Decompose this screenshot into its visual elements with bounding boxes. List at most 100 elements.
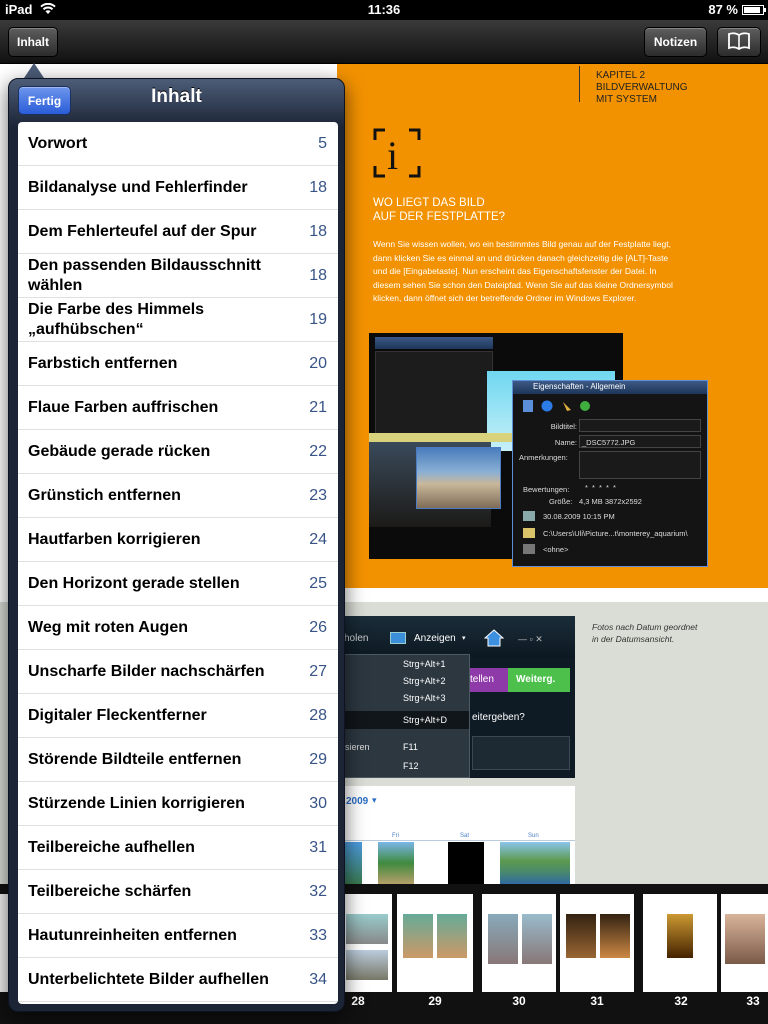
toc-item-title: Farbstich entfernen [28, 354, 178, 372]
dark-panel [472, 736, 570, 770]
calendar-divider [338, 840, 575, 841]
view-menu-arrow-icon: ▾ [462, 635, 466, 642]
toc-row[interactable]: Dem Fehlerteufel auf der Spur 18 [18, 210, 338, 254]
label-title: Bildtitel: [550, 422, 577, 431]
toc-item-page: 20 [309, 354, 327, 372]
toc-row[interactable]: Bildanalyse und Fehlerfinder 18 [18, 166, 338, 210]
page-num-32: 32 [674, 994, 688, 1008]
thumb-page-29[interactable] [397, 894, 473, 992]
figure-caption: Fotos nach Datum geordnet in der Datumsa… [592, 621, 697, 645]
toc-item-title: Weg mit roten Augen [28, 618, 188, 636]
toc-item-page: 31 [309, 838, 327, 856]
toc-row[interactable]: Gebäude gerade rücken 22 [18, 430, 338, 474]
chapter-divider [579, 66, 580, 102]
toc-row[interactable]: Teilbereiche schärfen 32 [18, 870, 338, 914]
toc-list[interactable]: Vorwort 5 Bildanalyse und Fehlerfinder 18 De… [18, 122, 338, 1004]
properties-dialog: Eigenschaften - Allgemein Bildtitel: Nam… [512, 380, 708, 567]
name-field: _DSC5772.JPG [579, 435, 701, 448]
toc-row[interactable]: Den passenden Bildausschnitt wählen 18 [18, 254, 338, 298]
beach-photo [416, 447, 501, 509]
toc-row[interactable]: Den Horizont gerade stellen 25 [18, 562, 338, 606]
contents-button[interactable]: Inhalt [8, 27, 58, 57]
toolbar: Inhalt Notizen [0, 20, 768, 64]
toc-item-title: Digitaler Fleckentferner [28, 706, 207, 724]
page-num-28: 28 [351, 994, 365, 1008]
clock: 11:36 [367, 2, 401, 17]
thumb-29-img1 [403, 914, 433, 958]
toc-item-page: 25 [309, 574, 327, 592]
thumb-page-28[interactable] [342, 894, 392, 992]
toc-item-page: 30 [309, 794, 327, 812]
toc-item-page: 5 [318, 134, 327, 152]
tip-heading-line1: WO LIEGT DAS BILD [373, 197, 485, 209]
date-value: 30.08.2009 10:15 PM [543, 512, 615, 521]
thumb-29-img2 [437, 914, 467, 958]
home-icon [483, 628, 505, 648]
library-button[interactable] [717, 27, 761, 57]
view-dropdown: Strg+Alt+1 Strg+Alt+2 Strg+Alt+3 Strg+Al… [338, 654, 470, 778]
popover-arrow [24, 63, 44, 78]
name-value: _DSC5772.JPG [582, 438, 636, 447]
thumb-page-33[interactable] [721, 894, 768, 992]
toc-row[interactable]: Farbstich entfernen 20 [18, 342, 338, 386]
thumb-page-32[interactable] [643, 894, 717, 992]
toc-row[interactable]: Teilbereiche aufhellen 31 [18, 826, 338, 870]
page-num-31: 31 [590, 994, 604, 1008]
thumb-30-img1 [488, 914, 518, 964]
thumb-page-31[interactable] [560, 894, 634, 992]
toc-row[interactable]: Unterbelichtete Bilder aufhellen 34 [18, 958, 338, 1002]
toc-item-title: Gebäude gerade rücken [28, 442, 211, 460]
toc-item-title: Bildanalyse und Fehlerfinder [28, 178, 248, 196]
info-letter: i [387, 133, 399, 178]
page-num-29: 29 [428, 994, 442, 1008]
shortcut-5: F11 [403, 742, 418, 752]
title-field [579, 419, 701, 432]
day-fri: Fri [392, 833, 399, 839]
notes-button[interactable]: Notizen [644, 27, 707, 57]
book-icon [727, 31, 751, 53]
notes-field [579, 451, 701, 479]
toc-item-title: Den passenden Bildausschnitt wählen [28, 256, 261, 294]
thumb-page-30[interactable] [482, 894, 556, 992]
toc-row[interactable]: Die Farbe des Himmels „aufhübschen“ 19 [18, 298, 338, 342]
folder-icon[interactable] [523, 528, 535, 538]
toc-row[interactable]: Hautunreinheiten entfernen 33 [18, 914, 338, 958]
toc-row[interactable]: Flaue Farben auffrischen 21 [18, 386, 338, 430]
toc-item-page: 32 [309, 882, 327, 900]
toc-row[interactable]: Unscharfe Bilder nachschärfen 27 [18, 650, 338, 694]
toc-item-page: 18 [309, 266, 327, 284]
toc-item-page: 24 [309, 530, 327, 548]
toc-item-page: 33 [309, 926, 327, 944]
label-name: Name: [554, 438, 577, 447]
toc-item-page: 28 [309, 706, 327, 724]
toc-row[interactable]: Vorwort 5 [18, 122, 338, 166]
toc-item-title: Stürzende Linien korrigieren [28, 794, 245, 812]
path-value: C:\Users\Uli\Picture...t\monterey_aquari… [543, 529, 688, 538]
done-button[interactable]: Fertig [18, 86, 71, 115]
toc-row[interactable]: Digitaler Fleckentferner 28 [18, 694, 338, 738]
chapter-header: KAPITEL 2 BILDVERWALTUNG MIT SYSTEM [596, 70, 688, 106]
toc-row[interactable]: Weg mit roten Augen 26 [18, 606, 338, 650]
info-symbol: i [373, 128, 421, 178]
toc-row[interactable]: Hautfarben korrigieren 24 [18, 518, 338, 562]
toc-row[interactable]: Stürzende Linien korrigieren 30 [18, 782, 338, 826]
menu-screenshot: holen Anzeigen ▾ — ▫ ✕ Strg+Alt+1 Strg+A… [338, 616, 575, 778]
day-sat: Sat [460, 833, 470, 839]
thumb-30-img2 [522, 914, 552, 964]
toc-item-title: Vorwort [28, 134, 88, 152]
toc-item-title: Teilbereiche schärfen [28, 882, 192, 900]
toc-item-page: 22 [309, 442, 327, 460]
toc-item-title: Störende Bildteile entfernen [28, 750, 242, 768]
menu-tab-partial: holen [344, 633, 369, 644]
toc-row[interactable]: Störende Bildteile entfernen 29 [18, 738, 338, 782]
toc-item-title: Unscharfe Bilder nachschärfen [28, 662, 265, 680]
label-notes: Anmerkungen: [519, 453, 568, 462]
window-controls: — ▫ ✕ [518, 634, 543, 644]
shortcut-6: F12 [403, 761, 419, 771]
toc-row[interactable]: Grünstich entfernen 23 [18, 474, 338, 518]
dialog-title: Eigenschaften - Allgemein [513, 381, 707, 394]
thumb-32-img1 [667, 914, 693, 958]
tip-body: Wenn Sie wissen wollen, wo ein bestimmte… [373, 239, 673, 303]
toc-item-page: 21 [309, 398, 327, 416]
toc-item-title: Dem Fehlerteufel auf der Spur [28, 222, 257, 240]
